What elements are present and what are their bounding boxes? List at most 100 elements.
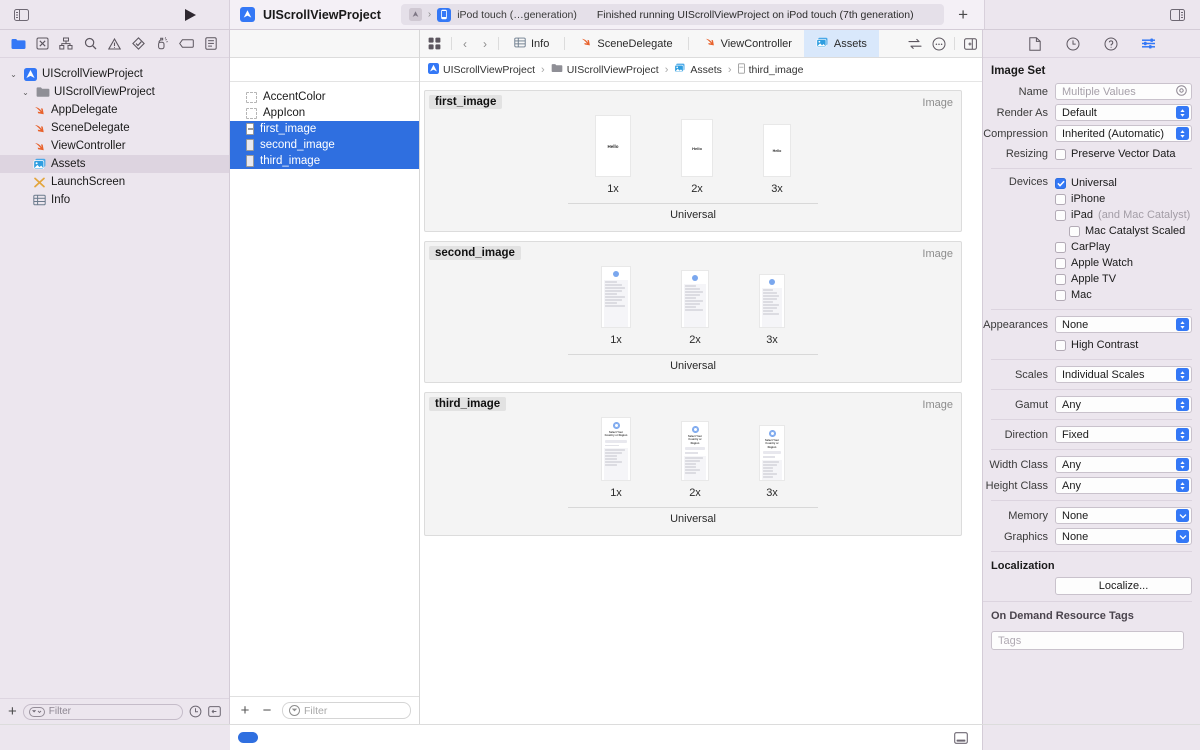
tree-item-info[interactable]: Info [0,191,229,209]
checkbox-box[interactable] [1055,148,1066,160]
scale-slot-1x[interactable]: Select Your Country or Region 1x [601,417,631,499]
device-checkbox-apple-watch[interactable]: Apple Watch [1055,255,1192,271]
compare-versions-icon[interactable] [903,30,927,57]
image-thumbnail[interactable]: Hello [763,124,791,177]
scale-slot-3x[interactable]: Hello 3x [763,124,791,195]
editor-tab-viewcontroller[interactable]: ViewController [692,30,804,57]
run-icon[interactable] [184,8,197,22]
image-thumbnail[interactable] [601,266,631,328]
editor-tab-info[interactable]: Info [502,30,561,57]
scale-slot-1x[interactable]: 1x [601,266,631,346]
show-debug-area-icon[interactable] [954,731,968,744]
checkbox-box[interactable] [1055,177,1066,189]
image-thumbnail[interactable]: Hello [681,119,713,177]
odr-tags-input[interactable]: Tags [991,631,1184,650]
disclosure-chevron-icon[interactable]: ⌄ [20,88,31,97]
tree-item-assets[interactable]: Assets [0,155,229,173]
expand-arrows-icon[interactable] [208,705,221,718]
localize-button[interactable]: Localize... [1055,577,1192,595]
device-checkbox-apple-tv[interactable]: Apple TV [1055,271,1192,287]
diamond-check-icon[interactable] [129,34,149,54]
asset-add-button[interactable]: + [238,702,252,719]
question-circle-icon[interactable] [1102,35,1120,53]
project-navigator-tab[interactable] [8,34,28,54]
asset-item-second-image[interactable]: second_image [230,137,419,153]
scale-slot-3x[interactable]: Select Your Country or Region 3x [759,425,785,499]
graphics-popup[interactable]: None [1055,528,1192,545]
left-sidebar-toggle-icon[interactable] [10,6,32,24]
editor-forward-button[interactable]: › [475,30,495,57]
clock-filter-icon[interactable] [189,705,202,718]
hierarchy-navigator-tab[interactable] [56,34,76,54]
checkbox-box[interactable] [1055,339,1066,351]
device-checkbox-iphone[interactable]: iPhone [1055,191,1192,207]
image-thumbnail[interactable]: Hello [595,115,631,177]
tree-item-project[interactable]: ⌄ UIScrollViewProject [0,65,229,83]
tree-item-viewcontroller[interactable]: ViewController [0,137,229,155]
device-checkbox-mac[interactable]: Mac [1055,287,1192,303]
search-icon[interactable] [80,34,100,54]
breakpoint-pill-icon[interactable] [177,34,197,54]
scale-slot-2x[interactable]: 2x [681,270,709,346]
tree-item-scenedelegate[interactable]: SceneDelegate [0,119,229,137]
scale-slot-2x[interactable]: Hello 2x [681,119,713,195]
asset-filter-input[interactable]: Filter [282,702,411,719]
editor-options-icon[interactable] [927,30,951,57]
sliders-icon[interactable] [1140,35,1158,53]
asset-item-third-image[interactable]: third_image [230,153,419,169]
document-icon[interactable] [1026,35,1044,53]
tree-item-appdelegate[interactable]: AppDelegate [0,101,229,119]
device-checkbox-universal[interactable]: Universal [1055,175,1192,191]
breadcrumb-item-image[interactable]: third_image [737,62,803,77]
device-checkbox-ipad[interactable]: iPad (and Mac Catalyst) [1055,207,1192,223]
checkbox-box[interactable] [1055,241,1066,253]
tree-item-launchscreen[interactable]: LaunchScreen [0,173,229,191]
breadcrumb-item-assets[interactable]: Assets [674,63,722,76]
image-thumbnail[interactable] [681,270,709,328]
direction-popup[interactable]: Fixed [1055,426,1192,443]
compression-popup[interactable]: Inherited (Automatic) [1055,125,1192,142]
right-inspector-toggle-icon[interactable] [1166,6,1188,24]
checkbox-box[interactable] [1055,289,1066,301]
image-thumbnail[interactable]: Select Your Country or Region [759,425,785,481]
render-as-popup[interactable]: Default [1055,104,1192,121]
editor-tab-scenedelegate[interactable]: SceneDelegate [568,30,684,57]
checkbox-box[interactable] [1069,225,1080,237]
breadcrumb-item-group[interactable]: UIScrollViewProject [551,63,659,76]
scale-slot-2x[interactable]: Select Your Country or Region 2x [681,421,709,499]
status-bar[interactable]: › iPod touch (…generation) Finished runn… [400,4,945,25]
asset-remove-button[interactable]: − [260,702,274,719]
asset-item-accentcolor[interactable]: AccentColor [230,89,419,105]
editor-tab-assets[interactable]: Assets [803,30,879,57]
image-set-first-image[interactable]: first_image Image Hello 1x Hello 2x Hell… [424,90,962,232]
debug-spray-icon[interactable] [153,34,173,54]
add-button[interactable]: + [952,5,974,25]
checkbox-box[interactable] [1055,257,1066,269]
report-lines-icon[interactable] [201,34,221,54]
navigator-filter-input[interactable]: Filter [22,703,183,720]
checkbox-box[interactable] [1055,209,1066,221]
gamut-popup[interactable]: Any [1055,396,1192,413]
clear-field-icon[interactable] [1176,84,1187,99]
image-set-third-image[interactable]: third_image Image Select Your Country or… [424,392,962,536]
editor-layout-grid-icon[interactable] [420,30,448,57]
editor-back-button[interactable]: ‹ [455,30,475,57]
scale-slot-1x[interactable]: Hello 1x [595,115,631,195]
high-contrast-checkbox[interactable]: High Contrast [1055,337,1192,353]
checkbox-box[interactable] [1055,273,1066,285]
preserve-vector-data-checkbox[interactable]: Preserve Vector Data [1055,146,1192,162]
tree-item-group[interactable]: ⌄ UIScrollViewProject [0,83,229,101]
scale-slot-3x[interactable]: 3x [759,274,785,346]
selection-pill[interactable] [238,732,258,743]
add-editor-icon[interactable] [958,30,982,57]
image-thumbnail[interactable]: Select Your Country or Region [601,417,631,481]
image-set-second-image[interactable]: second_image Image 1x 2x 3x Universal [424,241,962,383]
memory-popup[interactable]: None [1055,507,1192,524]
breadcrumb-item-project[interactable]: UIScrollViewProject [428,62,535,77]
image-thumbnail[interactable]: Select Your Country or Region [681,421,709,481]
width-class-popup[interactable]: Any [1055,456,1192,473]
navigator-add-button[interactable]: + [8,703,17,720]
device-checkbox-mac-catalyst-scaled[interactable]: Mac Catalyst Scaled [1055,223,1192,239]
warning-triangle-icon[interactable] [104,34,124,54]
image-thumbnail[interactable] [759,274,785,328]
